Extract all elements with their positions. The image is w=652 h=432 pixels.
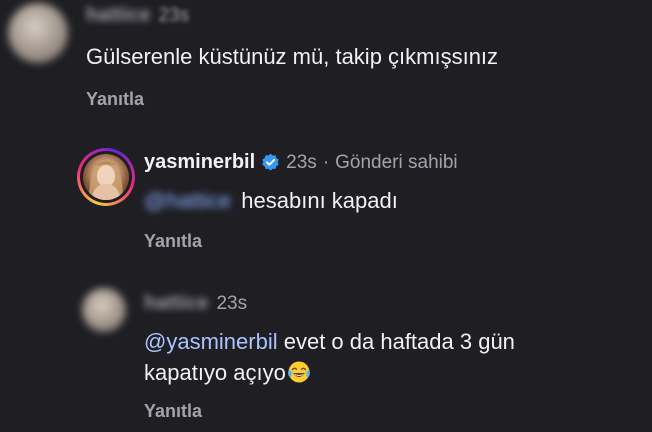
comment-meta: hattice 23s bbox=[86, 4, 189, 27]
owner-avatar-story-ring[interactable] bbox=[77, 148, 135, 206]
mention-link[interactable]: @yasminerbil bbox=[144, 329, 278, 354]
comment-timestamp: 23s bbox=[158, 4, 190, 26]
commenter-username[interactable]: hattice bbox=[86, 4, 150, 27]
comment-body: Gülserenle küstünüz mü, takip çıkmışsını… bbox=[86, 44, 499, 69]
reply-button[interactable]: Yanıtla bbox=[144, 231, 202, 252]
owner-avatar-image bbox=[89, 160, 123, 200]
commenter-username[interactable]: hattice bbox=[144, 292, 208, 315]
comment-thread: hattice 23s Gülserenle küstünüz mü, taki… bbox=[0, 0, 652, 432]
mention-link[interactable]: @hattice bbox=[144, 185, 231, 216]
verified-badge-icon bbox=[262, 153, 279, 171]
comment-timestamp: 23s bbox=[286, 151, 317, 173]
commenter-avatar[interactable] bbox=[82, 288, 126, 332]
comment-timestamp: 23s bbox=[216, 292, 248, 314]
comment-text: Gülserenle küstünüz mü, takip çıkmışsını… bbox=[86, 41, 498, 72]
comment-meta: yasminerbil 23s · Gönderi sahibi bbox=[144, 151, 458, 174]
face-with-tears-of-joy-icon bbox=[287, 361, 310, 383]
comment-text: @yasminerbil evet o da haftada 3 gün kap… bbox=[144, 326, 515, 388]
comment-body: evet o da haftada 3 gün bbox=[283, 329, 515, 354]
owner-avatar bbox=[83, 154, 129, 200]
comment-line-1: @yasminerbil evet o da haftada 3 gün bbox=[144, 326, 515, 357]
comment-meta: hattice 23s bbox=[144, 292, 247, 315]
comment-line-2: kapatıyo açıyo 😂 bbox=[144, 357, 515, 388]
meta-separator: · bbox=[322, 151, 330, 173]
comment-body: kapatıyo açıyo bbox=[144, 360, 286, 385]
owner-username[interactable]: yasminerbil bbox=[144, 151, 255, 174]
comment-text: @hattice hesabını kapadı bbox=[144, 185, 398, 216]
comment-body: hesabını kapadı bbox=[241, 188, 398, 213]
reply-button[interactable]: Yanıtla bbox=[144, 401, 202, 422]
post-owner-label: Gönderi sahibi bbox=[335, 151, 458, 173]
reply-button[interactable]: Yanıtla bbox=[86, 89, 144, 110]
commenter-avatar[interactable] bbox=[8, 3, 68, 63]
